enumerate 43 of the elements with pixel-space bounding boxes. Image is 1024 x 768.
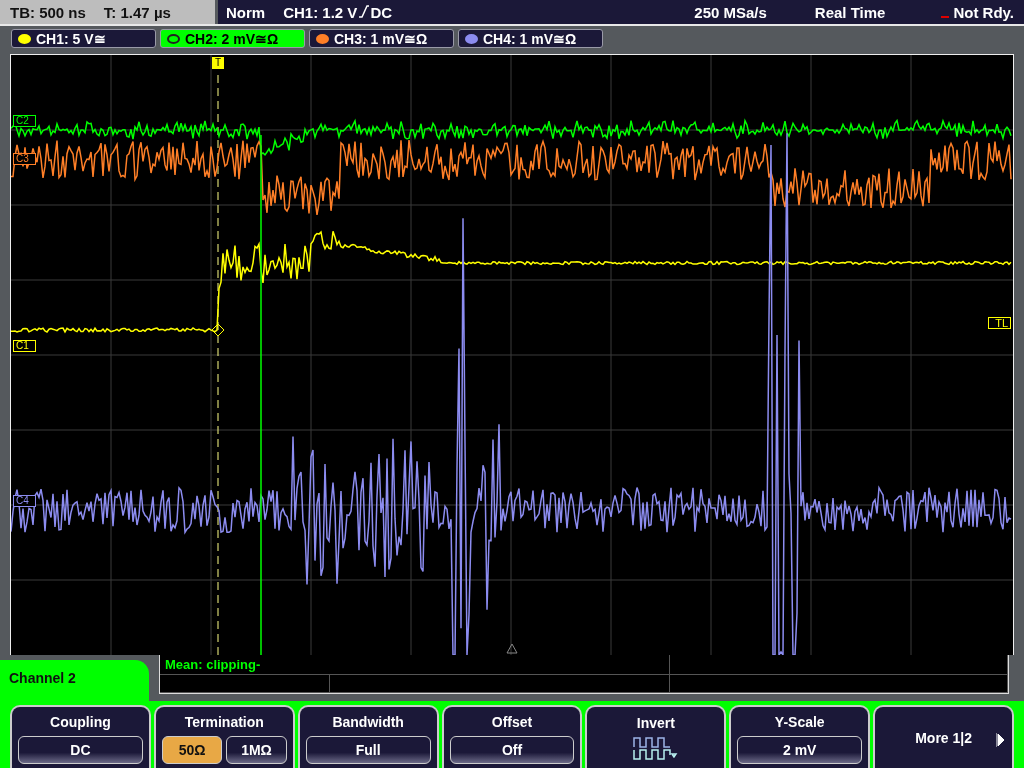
option-button[interactable]: 50Ω	[161, 736, 223, 764]
channel-tab[interactable]: CH4: 1 mV≅Ω	[458, 29, 603, 48]
channel-tab[interactable]: CH1: 5 V≅	[11, 29, 156, 48]
trigger-level-text: CH1: 1.2 V	[283, 3, 358, 21]
sample-rate-text: 250 MSa/s	[694, 3, 767, 21]
trigger-point-icon	[211, 323, 225, 337]
more-button[interactable]: More 1|2	[873, 705, 1014, 768]
value-button[interactable]: Full	[305, 736, 431, 764]
channel-marker: C1	[13, 340, 36, 352]
softkey-label: Offset	[491, 714, 533, 730]
softkey-label: Bandwidth	[332, 714, 404, 730]
softkey-label: Coupling	[50, 714, 111, 730]
channel-dot-icon	[18, 33, 31, 44]
channel-dot-icon	[316, 33, 329, 44]
channel-marker: C4	[13, 495, 36, 507]
menu-title: Channel 2	[0, 660, 149, 701]
trigger-time-text: T: 1.47 µs	[103, 3, 171, 21]
channel-marker: C3	[13, 153, 36, 165]
channel-tab[interactable]: CH2: 2 mV≅Ω	[160, 29, 305, 48]
value-button[interactable]: Off	[449, 736, 575, 764]
rising-edge-icon	[359, 5, 370, 19]
trigger-marker: T	[212, 57, 225, 69]
channel-marker: C2	[13, 115, 36, 127]
value-button[interactable]: DC	[18, 736, 143, 764]
trigger-mode-text: Norm	[226, 3, 266, 21]
channel-dot-icon	[465, 33, 478, 44]
option-button[interactable]: 1MΩ	[226, 736, 287, 764]
value-button[interactable]: 2 mV	[737, 736, 863, 764]
measurement-text: Mean: clipping-	[160, 655, 670, 675]
status-mark-icon	[941, 16, 950, 20]
arrow-right-icon	[996, 733, 1004, 747]
softkey-label: Termination	[184, 714, 264, 730]
channel-tab[interactable]: CH3: 1 mV≅Ω	[309, 29, 454, 48]
timebase-text: TB: 500 ns	[10, 3, 86, 21]
acquisition-mode-text: Real Time	[814, 3, 886, 21]
trigger-level-marker: TL	[988, 317, 1011, 329]
invert-button[interactable]: Invert	[585, 705, 727, 768]
softkey-label: Y-Scale	[774, 714, 825, 730]
trigger-coupling-text: DC	[370, 3, 393, 21]
channel-dot-icon	[167, 33, 180, 44]
status-text: Not Rdy.	[953, 3, 1014, 21]
square-wave-icon	[632, 734, 679, 761]
triangle-icon	[506, 643, 518, 654]
